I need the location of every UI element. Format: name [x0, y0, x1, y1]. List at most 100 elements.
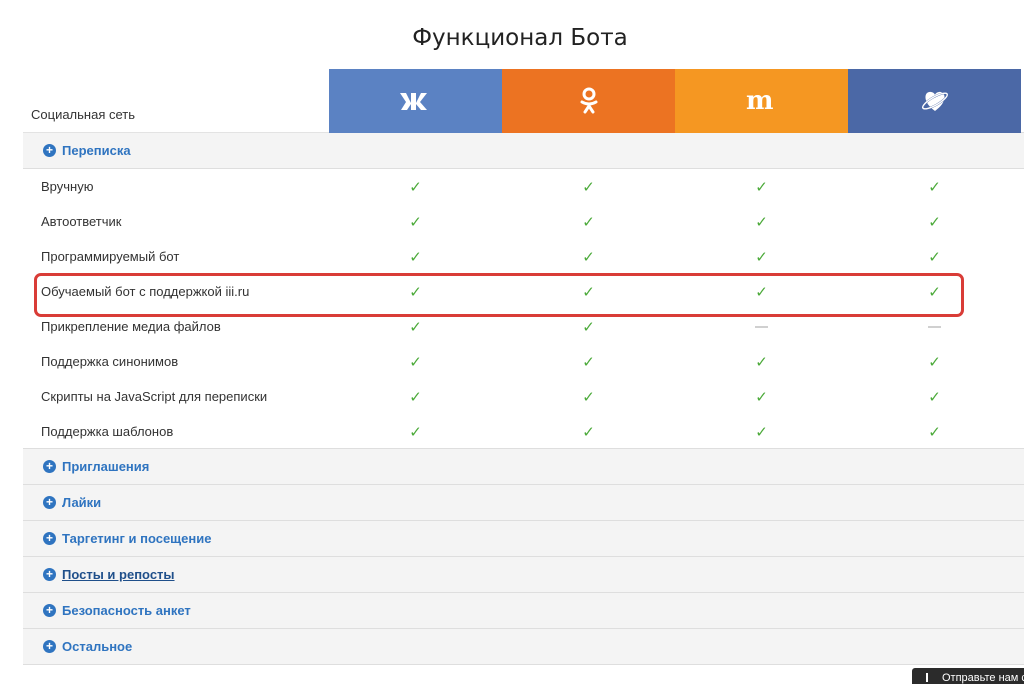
check-icon: ✓ [755, 213, 768, 231]
network-mamba[interactable]: m [675, 69, 848, 133]
section-toggle[interactable]: + Таргетинг и посещение [23, 520, 1024, 557]
support-cell: ✓ [675, 213, 848, 231]
support-cell: ✓ [329, 423, 502, 441]
support-cell: ✓ [675, 423, 848, 441]
support-cell: ✓ [848, 423, 1021, 441]
section-toggle[interactable]: + Посты и репосты [23, 556, 1024, 593]
check-icon: ✓ [409, 353, 422, 371]
check-icon: ✓ [755, 423, 768, 441]
dash-icon [928, 325, 941, 328]
section-toggle[interactable]: + Безопасность анкет [23, 592, 1024, 629]
check-icon: ✓ [409, 213, 422, 231]
support-cell: ✓ [502, 318, 675, 336]
support-cell: ✓ [329, 213, 502, 231]
support-cell: ✓ [848, 178, 1021, 196]
support-cell: ✓ [502, 248, 675, 266]
feature-row: Поддержка шаблонов ✓ ✓ ✓ ✓ [23, 414, 1024, 449]
section-label: Переписка [62, 143, 131, 158]
check-icon: ✓ [928, 353, 941, 371]
section-label: Приглашения [62, 459, 150, 474]
feature-row: Скрипты на JavaScript для переписки ✓ ✓ ✓ ✓ [23, 379, 1024, 414]
check-icon: ✓ [928, 213, 941, 231]
plus-circle-icon: + [43, 460, 56, 473]
check-icon: ✓ [582, 213, 595, 231]
section-toggle[interactable]: + Переписка [23, 132, 1024, 169]
feedback-button[interactable]: Отправьте нам сообщение [912, 668, 1024, 684]
support-cell: ✓ [329, 178, 502, 196]
check-icon: ✓ [755, 178, 768, 196]
feature-row: Поддержка синонимов ✓ ✓ ✓ ✓ [23, 344, 1024, 379]
network-loveplanet[interactable] [848, 69, 1021, 133]
section-label: Лайки [62, 495, 102, 510]
support-cell: ✓ [329, 353, 502, 371]
support-cell: ✓ [848, 283, 1021, 301]
check-icon: ✓ [928, 178, 941, 196]
header-label: Социальная сеть [23, 69, 329, 133]
feature-row: Автоответчик ✓ ✓ ✓ ✓ [23, 204, 1024, 239]
support-cell: ✓ [848, 213, 1021, 231]
support-cell: ✓ [675, 283, 848, 301]
feature-row: Прикрепление медиа файлов ✓ ✓ [23, 309, 1024, 344]
support-cell: ✓ [502, 283, 675, 301]
feature-label: Обучаемый бот с поддержкой iii.ru [41, 284, 250, 299]
svg-text:m: m [746, 90, 774, 112]
plus-circle-icon: + [43, 496, 56, 509]
check-icon: ✓ [582, 423, 595, 441]
feature-label: Скрипты на JavaScript для переписки [41, 389, 268, 404]
check-icon: ✓ [409, 423, 422, 441]
section-label: Таргетинг и посещение [62, 531, 212, 546]
feature-label: Поддержка шаблонов [41, 424, 174, 439]
support-cell: ✓ [675, 248, 848, 266]
support-cell: ✓ [329, 318, 502, 336]
section-label: Посты и репосты [62, 567, 175, 582]
feature-row: Обучаемый бот с поддержкой iii.ru ✓ ✓ ✓ ✓ [23, 274, 1024, 309]
support-cell: ✓ [675, 388, 848, 406]
support-cell: ✓ [502, 178, 675, 196]
support-cell: ✓ [502, 388, 675, 406]
support-cell: ✓ [502, 423, 675, 441]
network-ok[interactable] [502, 69, 675, 133]
check-icon: ✓ [582, 318, 595, 336]
loveplanet-logo-icon [921, 91, 948, 111]
feature-label: Программируемый бот [41, 249, 180, 264]
feature-label: Поддержка синонимов [41, 354, 179, 369]
table-header: Социальная сеть m [23, 69, 1024, 133]
sections-container: + Переписка Вручную ✓ ✓ ✓ ✓ Автоответчик ✓ ✓ ✓ ✓ Про… [23, 132, 1024, 665]
support-cell: ✓ [329, 388, 502, 406]
section-toggle[interactable]: + Лайки [23, 484, 1024, 521]
support-cell: ✓ [329, 283, 502, 301]
support-cell: ✓ [848, 388, 1021, 406]
support-cell: ✓ [848, 353, 1021, 371]
support-cell: ✓ [848, 248, 1021, 266]
plus-circle-icon: + [43, 144, 56, 157]
section-toggle[interactable]: + Приглашения [23, 448, 1024, 485]
support-cell [675, 325, 848, 328]
check-icon: ✓ [409, 248, 422, 266]
section-label: Безопасность анкет [62, 603, 191, 618]
check-icon: ✓ [409, 178, 422, 196]
feature-label: Автоответчик [41, 214, 122, 229]
support-cell: ✓ [675, 178, 848, 196]
check-icon: ✓ [409, 318, 422, 336]
support-cell [848, 325, 1021, 328]
check-icon: ✓ [409, 388, 422, 406]
plus-circle-icon: + [43, 568, 56, 581]
check-icon: ✓ [582, 283, 595, 301]
check-icon: ✓ [582, 178, 595, 196]
check-icon: ✓ [928, 283, 941, 301]
check-icon: ✓ [582, 388, 595, 406]
vk-logo-icon [399, 93, 427, 110]
plus-circle-icon: + [43, 532, 56, 545]
section-label: Остальное [62, 639, 133, 654]
network-vk[interactable] [329, 69, 502, 133]
check-icon: ✓ [928, 423, 941, 441]
feature-label: Прикрепление медиа файлов [41, 319, 221, 334]
feature-label: Вручную [41, 179, 94, 194]
plus-circle-icon: + [43, 604, 56, 617]
section-toggle[interactable]: + Остальное [23, 628, 1024, 665]
plus-circle-icon: + [43, 640, 56, 653]
check-icon: ✓ [755, 283, 768, 301]
page-title: Функционал Бота [412, 25, 628, 51]
section-rows: Вручную ✓ ✓ ✓ ✓ Автоответчик ✓ ✓ ✓ ✓ Программируем… [23, 169, 1024, 449]
odnoklassniki-logo-icon [580, 87, 597, 114]
